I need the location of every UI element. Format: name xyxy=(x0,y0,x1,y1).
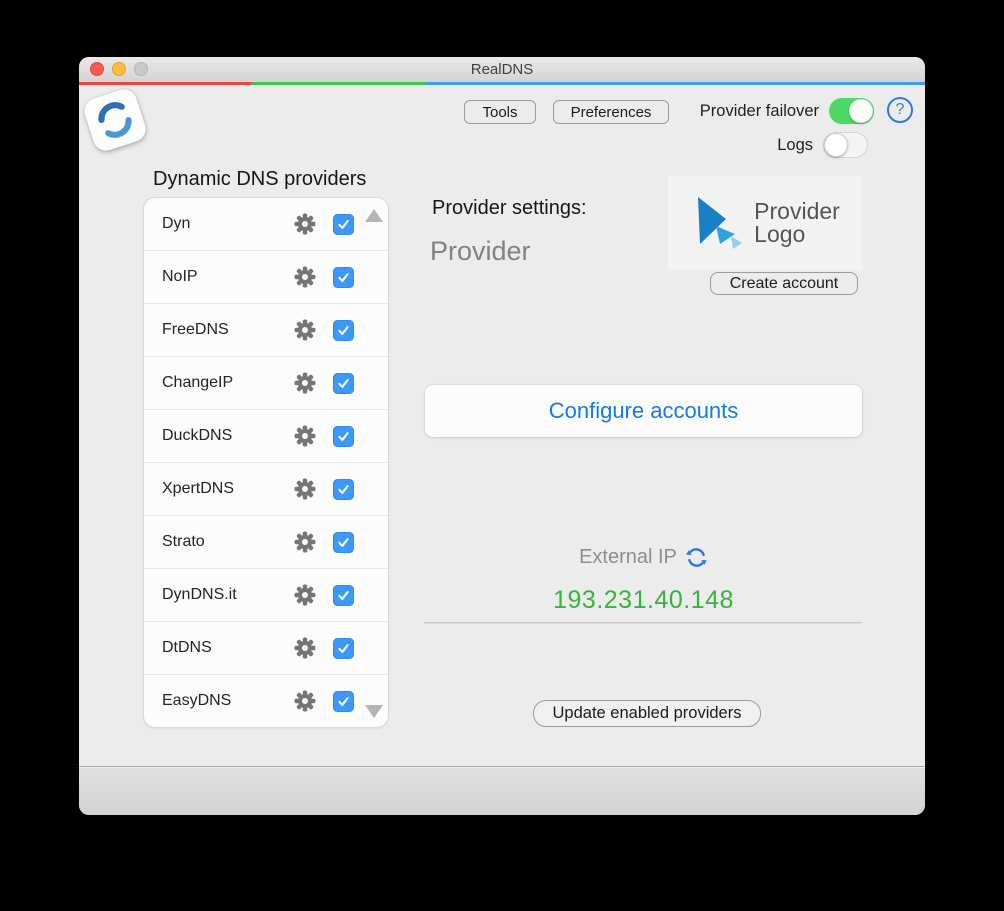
provider-row: ChangeIP xyxy=(144,356,388,409)
provider-name: Strato xyxy=(162,533,294,551)
provider-logo-triangles-icon xyxy=(690,196,746,250)
toggle-knob xyxy=(849,99,873,123)
provider-logo-text-line1: Provider xyxy=(754,200,840,223)
checkmark-icon xyxy=(336,217,351,232)
provider-row: DuckDNS xyxy=(144,409,388,462)
provider-failover-row: Provider failover xyxy=(700,98,874,124)
app-window: RealDNS Tools Preferences Provider failo… xyxy=(79,57,925,815)
provider-name: FreeDNS xyxy=(162,321,294,339)
provider-checkbox[interactable] xyxy=(333,691,354,712)
gear-icon[interactable] xyxy=(294,531,316,553)
provider-checkbox[interactable] xyxy=(333,479,354,500)
external-ip-label: External IP xyxy=(579,546,677,569)
checkmark-icon xyxy=(336,482,351,497)
provider-row: FreeDNS xyxy=(144,303,388,356)
update-providers-button[interactable]: Update enabled providers xyxy=(533,700,761,727)
gear-icon[interactable] xyxy=(294,690,316,712)
gear-icon[interactable] xyxy=(294,319,316,341)
providers-heading: Dynamic DNS providers xyxy=(153,168,366,191)
provider-name: NoIP xyxy=(162,268,294,286)
provider-checkbox[interactable] xyxy=(333,214,354,235)
preferences-button[interactable]: Preferences xyxy=(553,100,669,124)
provider-name: DtDNS xyxy=(162,639,294,657)
provider-name: Dyn xyxy=(162,215,294,233)
provider-checkbox[interactable] xyxy=(333,638,354,659)
checkmark-icon xyxy=(336,376,351,391)
gear-icon[interactable] xyxy=(294,478,316,500)
gear-icon[interactable] xyxy=(294,266,316,288)
provider-row: DtDNS xyxy=(144,621,388,674)
divider xyxy=(424,622,861,624)
provider-logo-text-line2: Logo xyxy=(754,223,840,246)
scroll-up-icon[interactable] xyxy=(365,209,383,222)
checkmark-icon xyxy=(336,588,351,603)
tools-button[interactable]: Tools xyxy=(464,100,536,124)
provider-name: EasyDNS xyxy=(162,692,294,710)
selected-provider-name: Provider xyxy=(430,236,531,267)
minimize-button[interactable] xyxy=(112,62,126,76)
provider-settings-heading: Provider settings: xyxy=(432,197,587,220)
checkmark-icon xyxy=(336,323,351,338)
provider-name: DynDNS.it xyxy=(162,586,294,604)
provider-checkbox[interactable] xyxy=(333,320,354,341)
checkmark-icon xyxy=(336,694,351,709)
provider-name: ChangeIP xyxy=(162,374,294,392)
provider-failover-label: Provider failover xyxy=(700,102,819,121)
provider-row: NoIP xyxy=(144,250,388,303)
logs-row: Logs xyxy=(777,132,868,158)
gear-icon[interactable] xyxy=(294,425,316,447)
window-title: RealDNS xyxy=(79,57,925,82)
help-button[interactable]: ? xyxy=(887,97,913,123)
create-account-button[interactable]: Create account xyxy=(710,272,858,295)
provider-name: DuckDNS xyxy=(162,427,294,445)
status-bar xyxy=(79,766,925,815)
refresh-ip-icon[interactable] xyxy=(685,546,708,569)
logs-toggle[interactable] xyxy=(823,132,868,158)
main-content: Tools Preferences Provider failover ? Lo… xyxy=(79,85,925,766)
provider-row: EasyDNS xyxy=(144,674,388,727)
provider-row: Strato xyxy=(144,515,388,568)
checkmark-icon xyxy=(336,535,351,550)
checkmark-icon xyxy=(336,270,351,285)
toggle-knob xyxy=(824,133,848,157)
provider-checkbox[interactable] xyxy=(333,267,354,288)
external-ip-row: External IP xyxy=(425,546,862,569)
scroll-down-icon[interactable] xyxy=(365,705,383,718)
provider-list: Dyn xyxy=(143,197,389,728)
gear-icon[interactable] xyxy=(294,213,316,235)
zoom-button[interactable] xyxy=(134,62,148,76)
gear-icon[interactable] xyxy=(294,637,316,659)
title-bar: RealDNS xyxy=(79,57,925,82)
checkmark-icon xyxy=(336,429,351,444)
provider-checkbox[interactable] xyxy=(333,585,354,606)
traffic-lights xyxy=(90,62,148,76)
provider-checkbox[interactable] xyxy=(333,373,354,394)
provider-failover-toggle[interactable] xyxy=(829,98,874,124)
gear-icon[interactable] xyxy=(294,584,316,606)
logs-label: Logs xyxy=(777,136,813,155)
external-ip-address: 193.231.40.148 xyxy=(425,586,862,615)
checkmark-icon xyxy=(336,641,351,656)
close-button[interactable] xyxy=(90,62,104,76)
gear-icon[interactable] xyxy=(294,372,316,394)
provider-name: XpertDNS xyxy=(162,480,294,498)
sync-swirl-icon xyxy=(91,96,139,144)
provider-logo: Provider Logo xyxy=(668,176,862,270)
provider-row: Dyn xyxy=(144,198,388,250)
provider-checkbox[interactable] xyxy=(333,426,354,447)
app-logo xyxy=(81,86,149,154)
configure-accounts-button[interactable]: Configure accounts xyxy=(425,385,862,437)
provider-checkbox[interactable] xyxy=(333,532,354,553)
provider-row: XpertDNS xyxy=(144,462,388,515)
provider-row: DynDNS.it xyxy=(144,568,388,621)
